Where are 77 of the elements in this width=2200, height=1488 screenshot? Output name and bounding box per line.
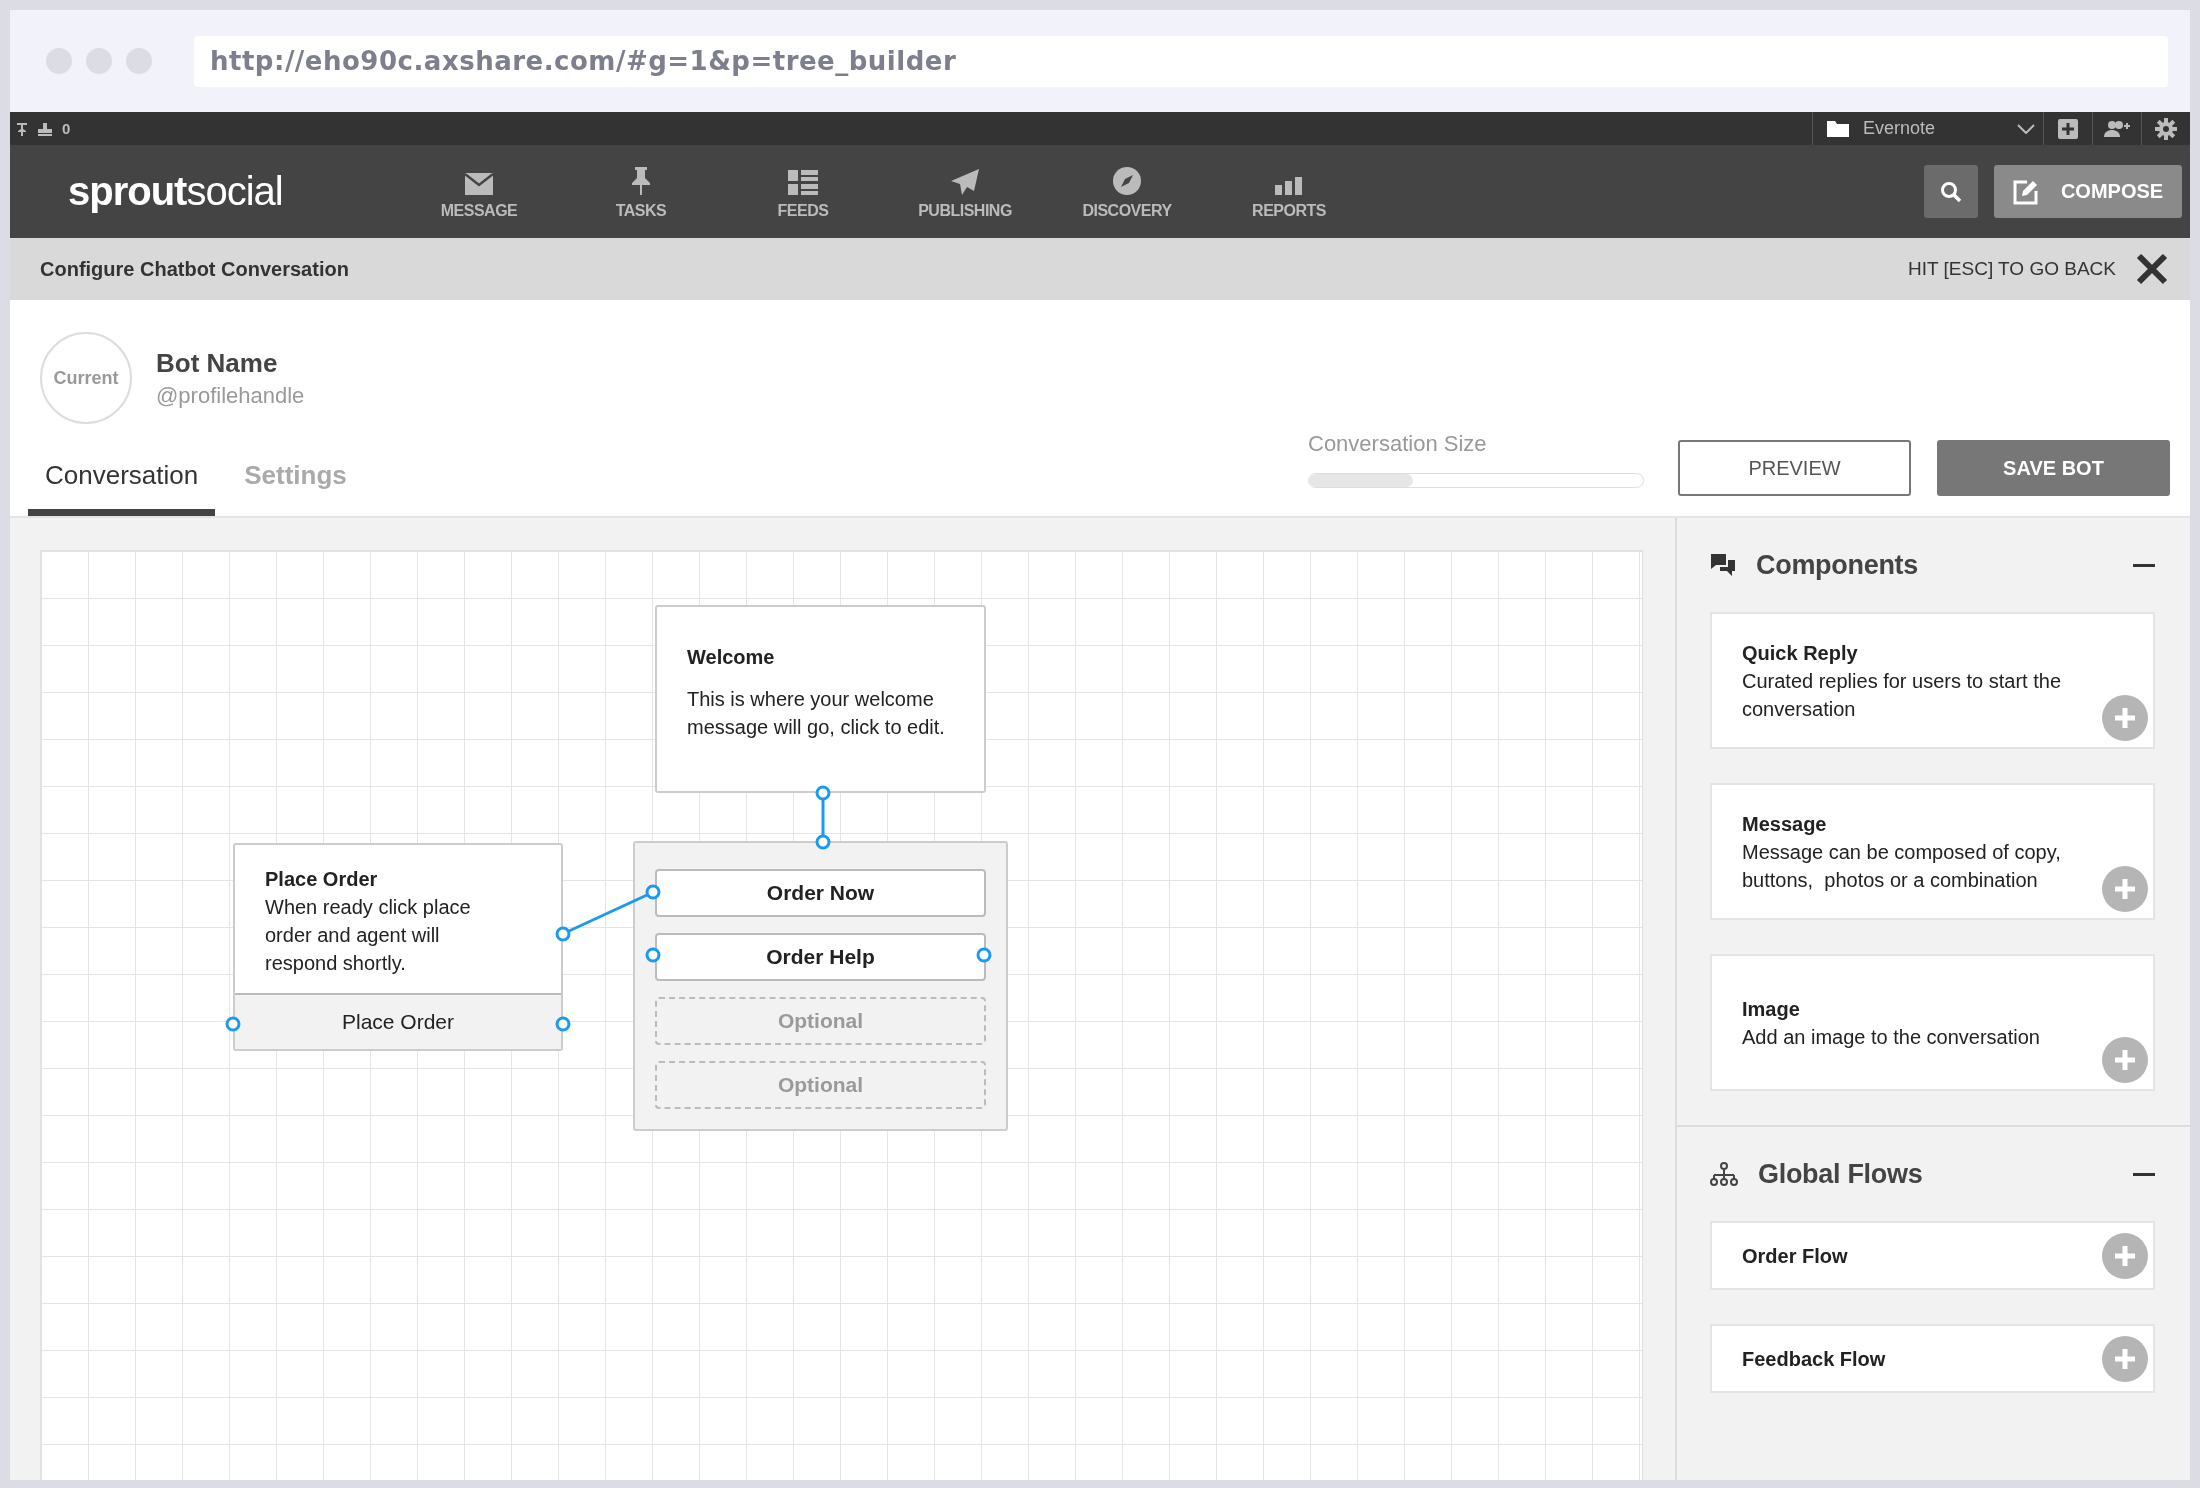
connection-handle[interactable] bbox=[645, 947, 661, 963]
paper-plane-icon bbox=[950, 167, 980, 196]
logo[interactable]: sproutsocial bbox=[68, 169, 398, 214]
collapse-icon[interactable] bbox=[2133, 1172, 2155, 1176]
stamp-icon[interactable] bbox=[36, 121, 54, 136]
nav-item[interactable]: TASKS bbox=[560, 163, 722, 220]
add-user-icon[interactable] bbox=[2104, 119, 2130, 138]
search-button[interactable] bbox=[1924, 165, 1978, 218]
chat-bubbles-icon bbox=[1710, 553, 1736, 577]
add-icon[interactable] bbox=[2102, 1233, 2148, 1279]
section-title: Components bbox=[1756, 549, 1919, 581]
node-title: Place Order bbox=[265, 867, 379, 892]
bar-chart-icon bbox=[1274, 175, 1304, 196]
list-icon bbox=[788, 169, 818, 196]
connection-handle[interactable] bbox=[815, 785, 831, 801]
connection-handle[interactable] bbox=[555, 1016, 571, 1032]
nav-item[interactable]: REPORTS bbox=[1208, 163, 1370, 220]
connection-handle[interactable] bbox=[225, 1016, 241, 1032]
collapse-icon[interactable] bbox=[2133, 563, 2155, 567]
node-button[interactable]: Order Help bbox=[655, 933, 986, 981]
bot-name: Bot Name bbox=[156, 347, 279, 379]
nav-item[interactable]: FEEDS bbox=[722, 163, 884, 220]
section-title: Global Flows bbox=[1758, 1158, 1924, 1190]
nav-item[interactable]: PUBLISHING bbox=[884, 163, 1046, 220]
nav-item[interactable]: MESSAGE bbox=[398, 163, 560, 220]
nav-item[interactable]: DISCOVERY bbox=[1046, 163, 1208, 220]
add-icon[interactable] bbox=[2102, 866, 2148, 912]
preview-button[interactable]: PREVIEW bbox=[1678, 440, 1911, 496]
chevron-down-icon bbox=[2017, 123, 2035, 134]
component-card[interactable]: Feedback Flow bbox=[1710, 1324, 2155, 1393]
settings-icon[interactable] bbox=[2155, 117, 2177, 140]
connection-handle[interactable] bbox=[976, 947, 992, 963]
envelope-icon bbox=[464, 171, 494, 196]
component-card[interactable]: Quick Reply Curated replies for users to start the conversation bbox=[1710, 612, 2155, 749]
save-bot-button[interactable]: SAVE BOT bbox=[1937, 440, 2170, 496]
count-label: 0 bbox=[62, 120, 71, 137]
card-description: Curated replies for users to start the conversation bbox=[1742, 668, 2063, 722]
profile-handle: @profilehandle bbox=[156, 382, 305, 409]
add-icon[interactable] bbox=[2102, 695, 2148, 741]
add-icon[interactable] bbox=[2102, 1037, 2148, 1083]
connection-handle[interactable] bbox=[815, 834, 831, 850]
add-square-icon[interactable] bbox=[2058, 118, 2078, 139]
compass-icon bbox=[1112, 165, 1142, 196]
avatar: Current bbox=[40, 332, 132, 424]
pushpin-icon bbox=[629, 165, 653, 196]
card-title: Quick Reply bbox=[1742, 640, 1859, 666]
component-card[interactable]: Message Message can be composed of copy, buttons, photos or a combination bbox=[1710, 783, 2155, 920]
pin-icon[interactable] bbox=[16, 121, 28, 136]
message-node[interactable]: Place Order When ready click place order and agent will respond shortly. Place Order bbox=[233, 843, 563, 1051]
node-text: This is where your welcome message will go, click to edit. bbox=[687, 687, 946, 740]
button-group-node[interactable]: Order Now Order Help Optional Optional bbox=[633, 841, 1008, 1131]
connection-handle[interactable] bbox=[645, 884, 661, 900]
node-text: When ready click place order and agent will respond shortly. bbox=[265, 895, 472, 976]
page-title: Configure Chatbot Conversation bbox=[40, 257, 350, 281]
connector-line bbox=[821, 799, 825, 836]
address-field[interactable]: http://eho90c.axshare.com/#g=1&p=tree_builder bbox=[194, 35, 2168, 87]
card-title: Image bbox=[1742, 996, 1801, 1022]
card-title: Message bbox=[1742, 811, 1828, 837]
message-node[interactable]: Welcome This is where your welcome message will go, click to edit. bbox=[655, 605, 986, 793]
edit-icon bbox=[2012, 178, 2039, 205]
component-card[interactable]: Order Flow bbox=[1710, 1221, 2155, 1290]
connection-handle[interactable] bbox=[555, 926, 571, 942]
card-title: Order Flow bbox=[1742, 1243, 1849, 1269]
card-description: Message can be composed of copy, buttons, photos or a combination bbox=[1742, 839, 2062, 893]
back-hint: HIT [ESC] TO GO BACK bbox=[1908, 258, 2116, 280]
close-icon[interactable] bbox=[2136, 253, 2168, 285]
component-card[interactable]: Image Add an image to the conversation bbox=[1710, 954, 2155, 1091]
add-icon[interactable] bbox=[2102, 1336, 2148, 1382]
search-icon bbox=[1940, 180, 1962, 203]
card-title: Feedback Flow bbox=[1742, 1346, 1887, 1372]
card-description: Add an image to the conversation bbox=[1742, 1024, 2041, 1050]
conversation-size-label: Conversation Size bbox=[1308, 431, 1488, 457]
node-title: Welcome bbox=[687, 645, 776, 670]
node-button[interactable]: Place Order bbox=[235, 993, 561, 1049]
folder-icon bbox=[1827, 120, 1849, 137]
hierarchy-icon bbox=[1710, 1162, 1738, 1186]
node-button[interactable]: Order Now bbox=[655, 869, 986, 917]
